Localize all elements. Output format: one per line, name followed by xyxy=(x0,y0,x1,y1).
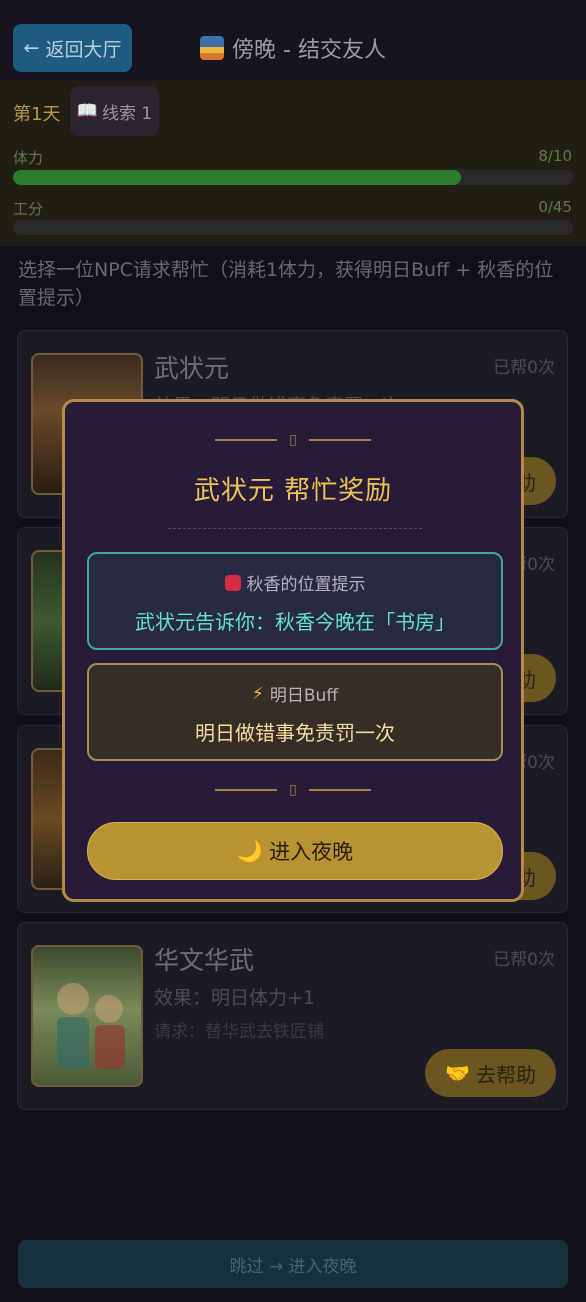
top-ornament: ▯ xyxy=(65,432,521,448)
ornament-glyph: ▯ xyxy=(289,782,297,798)
buff-box: ⚡ 明日Buff 明日做错事免责罚一次 xyxy=(87,663,503,761)
location-hint-text: 武状元告诉你：秋香今晚在「书房」 xyxy=(135,610,455,634)
ornament-glyph: ▯ xyxy=(289,432,297,448)
hint-marker-icon xyxy=(224,574,241,591)
modal-divider xyxy=(168,528,422,529)
modal-title: 武状元 帮忙奖励 xyxy=(193,476,393,506)
location-hint-label: 秋香的位置提示 xyxy=(89,570,501,595)
bottom-ornament: ▯ xyxy=(65,782,521,798)
buff-text: 明日做错事免责罚一次 xyxy=(195,721,395,745)
lightning-icon: ⚡ xyxy=(251,683,264,704)
location-hint-box: 秋香的位置提示 武状元告诉你：秋香今晚在「书房」 xyxy=(87,552,503,650)
hint-label-text: 秋香的位置提示 xyxy=(246,575,366,595)
enter-night-label: 进入夜晚 xyxy=(269,840,354,864)
buff-label: ⚡ 明日Buff xyxy=(89,681,501,707)
enter-night-button[interactable]: 🌙 进入夜晚 xyxy=(87,822,503,880)
buff-label-text: 明日Buff xyxy=(269,686,339,706)
moon-icon: 🌙 xyxy=(236,838,264,863)
reward-modal: ▯ 武状元 帮忙奖励 秋香的位置提示 武状元告诉你：秋香今晚在「书房」 ⚡ 明日… xyxy=(62,399,524,902)
modal-overlay: ▯ 武状元 帮忙奖励 秋香的位置提示 武状元告诉你：秋香今晚在「书房」 ⚡ 明日… xyxy=(0,0,586,1302)
